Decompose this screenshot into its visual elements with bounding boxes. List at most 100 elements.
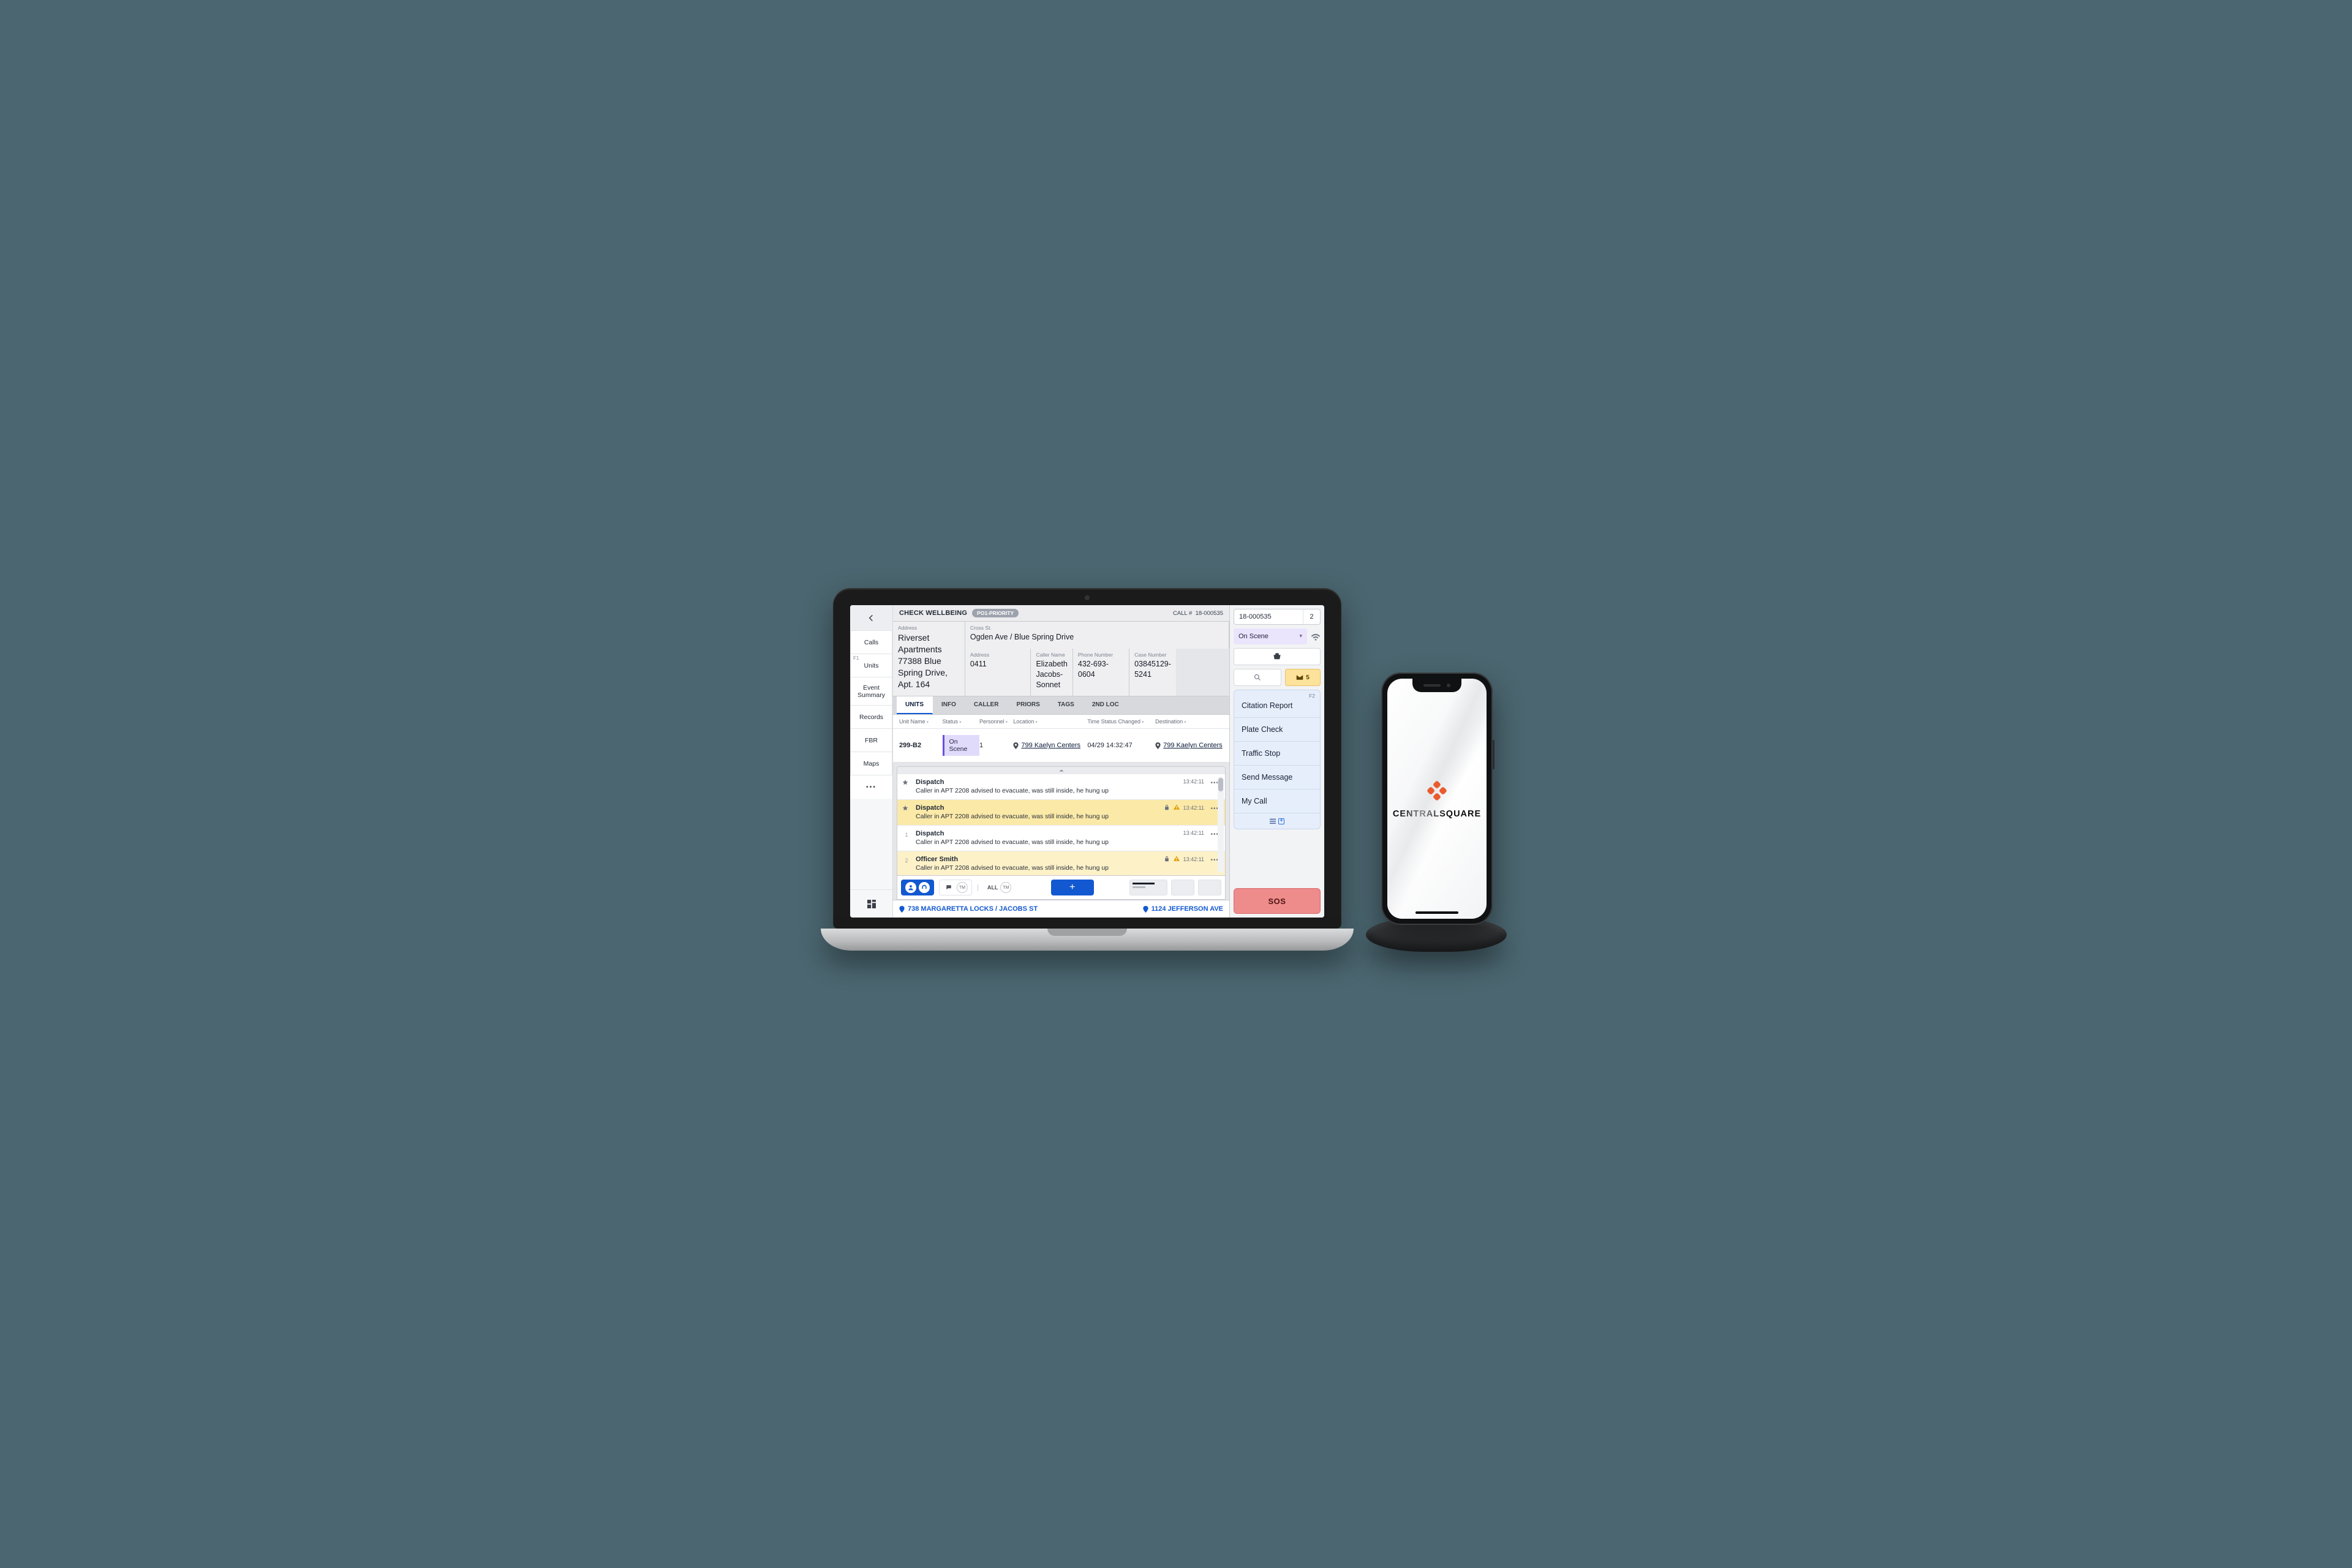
tail-preview-3[interactable] bbox=[1198, 880, 1221, 895]
col-status[interactable]: Status bbox=[943, 718, 979, 725]
tab-caller[interactable]: CALLER bbox=[965, 696, 1008, 714]
broadcast-icon[interactable] bbox=[1311, 631, 1321, 641]
actions-footer[interactable] bbox=[1234, 813, 1320, 829]
log-body: Caller in APT 2208 advised to evacuate, … bbox=[916, 813, 1204, 820]
nav-more[interactable]: ••• bbox=[850, 775, 892, 799]
log-body: Caller in APT 2208 advised to evacuate, … bbox=[916, 839, 1204, 846]
warn-icon bbox=[1174, 804, 1180, 812]
action-plate-check[interactable]: Plate Check bbox=[1234, 717, 1320, 741]
col-unit-name[interactable]: Unit Name bbox=[899, 718, 943, 725]
scrollbar-thumb[interactable] bbox=[1218, 778, 1223, 791]
footer-loc-left[interactable]: 738 MARGARETTA LOCKS / JACOBS ST bbox=[899, 905, 1038, 913]
right-tool-card[interactable] bbox=[1234, 648, 1321, 665]
home-indicator[interactable] bbox=[1415, 911, 1458, 914]
add-action-icon bbox=[1278, 818, 1284, 824]
tab-units[interactable]: UNITS bbox=[897, 696, 933, 714]
info-phone[interactable]: Phone Number 432-693-0604 bbox=[1073, 649, 1129, 696]
nav-calls[interactable]: Calls bbox=[850, 631, 892, 654]
log-collapse-handle[interactable] bbox=[897, 767, 1225, 774]
tab-priors[interactable]: PRIORS bbox=[1008, 696, 1049, 714]
cell-status: On Scene bbox=[943, 735, 979, 756]
units-table: Unit Name Status Personnel Location Time… bbox=[893, 715, 1229, 763]
nav-maps[interactable]: Maps bbox=[850, 752, 892, 775]
centralsquare-logo-icon bbox=[1425, 778, 1449, 803]
right-sidebar: 18-000535 2 On Scene 5 bbox=[1229, 605, 1324, 918]
footer-loc-right[interactable]: 1124 JEFFERSON AVE bbox=[1143, 905, 1223, 913]
cell-personnel: 1 bbox=[979, 742, 1013, 749]
log-body: Caller in APT 2208 advised to evacuate, … bbox=[916, 787, 1204, 794]
tail-preview-1[interactable] bbox=[1129, 880, 1167, 895]
scrollbar[interactable] bbox=[1218, 777, 1224, 873]
lock-icon bbox=[1164, 856, 1170, 863]
col-time[interactable]: Time Status Changed bbox=[1087, 718, 1155, 725]
phone-notch bbox=[1412, 679, 1461, 692]
tab-2nd-loc[interactable]: 2ND LOC bbox=[1084, 696, 1128, 714]
toolbar-tail bbox=[1129, 880, 1221, 895]
nav-label: Event Summary bbox=[852, 684, 891, 699]
toolbar-primary-filters[interactable] bbox=[901, 880, 934, 895]
log-scroll-area: DispatchCaller in APT 2208 advised to ev… bbox=[897, 774, 1225, 875]
log-meta: 13:42:11 bbox=[1164, 804, 1204, 812]
tab-info[interactable]: INFO bbox=[933, 696, 965, 714]
headset-icon bbox=[919, 882, 930, 893]
toolbar-all-filter[interactable]: ALL TM bbox=[984, 880, 1016, 895]
log-item[interactable]: 2Officer SmithCaller in APT 2208 advised… bbox=[897, 851, 1225, 875]
action-citation-report[interactable]: Citation Report bbox=[1234, 693, 1320, 717]
actions-fkey: F2 bbox=[1309, 693, 1315, 699]
action-my-call[interactable]: My Call bbox=[1234, 789, 1320, 813]
col-personnel[interactable]: Personnel bbox=[979, 718, 1013, 725]
action-traffic-stop[interactable]: Traffic Stop bbox=[1234, 741, 1320, 765]
action-send-message[interactable]: Send Message bbox=[1234, 765, 1320, 789]
tail-preview-2[interactable] bbox=[1171, 880, 1194, 895]
cell-location[interactable]: 799 Kaelyn Centers bbox=[1013, 742, 1087, 749]
nav-fbr[interactable]: FBR bbox=[850, 729, 892, 752]
phone-mockup: CENTRALSQUARE bbox=[1381, 673, 1493, 925]
log-role: Dispatch bbox=[916, 804, 1204, 812]
main-panel: CHECK WELLBEING PO1-PRIORITY CALL # 18-0… bbox=[893, 605, 1229, 918]
detail-tabs: UNITS INFO CALLER PRIORS TAGS 2ND LOC bbox=[893, 696, 1229, 715]
col-destination[interactable]: Destination bbox=[1155, 718, 1223, 725]
log-role: Dispatch bbox=[916, 830, 1204, 837]
log-item[interactable]: 1DispatchCaller in APT 2208 advised to e… bbox=[897, 826, 1225, 851]
search-button[interactable] bbox=[1234, 669, 1281, 686]
nav-dashboard-icon[interactable] bbox=[850, 889, 892, 918]
right-call-count: 2 bbox=[1303, 609, 1320, 624]
laptop-base bbox=[821, 929, 1354, 951]
info-address[interactable]: Address Riverset Apartments 77388 Blue S… bbox=[893, 622, 965, 696]
call-type: CHECK WELLBEING bbox=[899, 609, 967, 617]
status-dropdown[interactable]: On Scene bbox=[1234, 628, 1307, 644]
back-button[interactable] bbox=[850, 605, 892, 631]
toolbar-chat-filter[interactable]: TM bbox=[939, 880, 972, 895]
nav-label: Records bbox=[859, 714, 883, 721]
table-row[interactable]: 299-B2 On Scene 1 799 Kaelyn Centers 04/… bbox=[893, 729, 1229, 763]
nav-units[interactable]: F1 Units bbox=[850, 654, 892, 677]
nav-label: FBR bbox=[865, 737, 878, 744]
log-item[interactable]: DispatchCaller in APT 2208 advised to ev… bbox=[897, 800, 1225, 826]
info-address-code[interactable]: Address 0411 bbox=[965, 649, 1031, 696]
nav-event-summary[interactable]: Event Summary bbox=[850, 677, 892, 706]
centralsquare-wordmark: CENTRALSQUARE bbox=[1393, 809, 1481, 819]
right-call-chip[interactable]: 18-000535 2 bbox=[1234, 609, 1321, 625]
quick-actions: F2 Citation Report Plate Check Traffic S… bbox=[1234, 690, 1321, 829]
add-log-button[interactable]: + bbox=[1051, 880, 1094, 895]
cell-destination[interactable]: 799 Kaelyn Centers bbox=[1155, 742, 1223, 749]
log-time: 13:42:11 bbox=[1183, 856, 1204, 862]
pin-icon bbox=[902, 805, 908, 813]
nav-records[interactable]: Records bbox=[850, 706, 892, 729]
nav-label: Calls bbox=[864, 639, 878, 646]
info-case-number[interactable]: Case Number 03845129-5241 bbox=[1129, 649, 1176, 696]
sos-button[interactable]: SOS bbox=[1234, 888, 1321, 914]
log-item[interactable]: DispatchCaller in APT 2208 advised to ev… bbox=[897, 774, 1225, 800]
cell-unit: 299-B2 bbox=[899, 742, 943, 749]
person-icon bbox=[905, 882, 916, 893]
warn-icon bbox=[1174, 856, 1180, 863]
log-meta: 13:42:11 bbox=[1183, 778, 1204, 785]
info-cross-street[interactable]: Cross St. Ogden Ave / Blue Spring Drive bbox=[965, 622, 1229, 649]
col-location[interactable]: Location bbox=[1013, 718, 1087, 725]
marketing-composite: Calls F1 Units Event Summary Records FBR… bbox=[735, 490, 1617, 1078]
info-caller-name[interactable]: Caller Name Elizabeth Jacobs-Sonnet bbox=[1031, 649, 1072, 696]
tab-tags[interactable]: TAGS bbox=[1049, 696, 1084, 714]
messages-badge[interactable]: 5 bbox=[1285, 669, 1321, 686]
laptop-mockup: Calls F1 Units Event Summary Records FBR… bbox=[821, 588, 1354, 951]
log-meta: 13:42:11 bbox=[1183, 830, 1204, 836]
